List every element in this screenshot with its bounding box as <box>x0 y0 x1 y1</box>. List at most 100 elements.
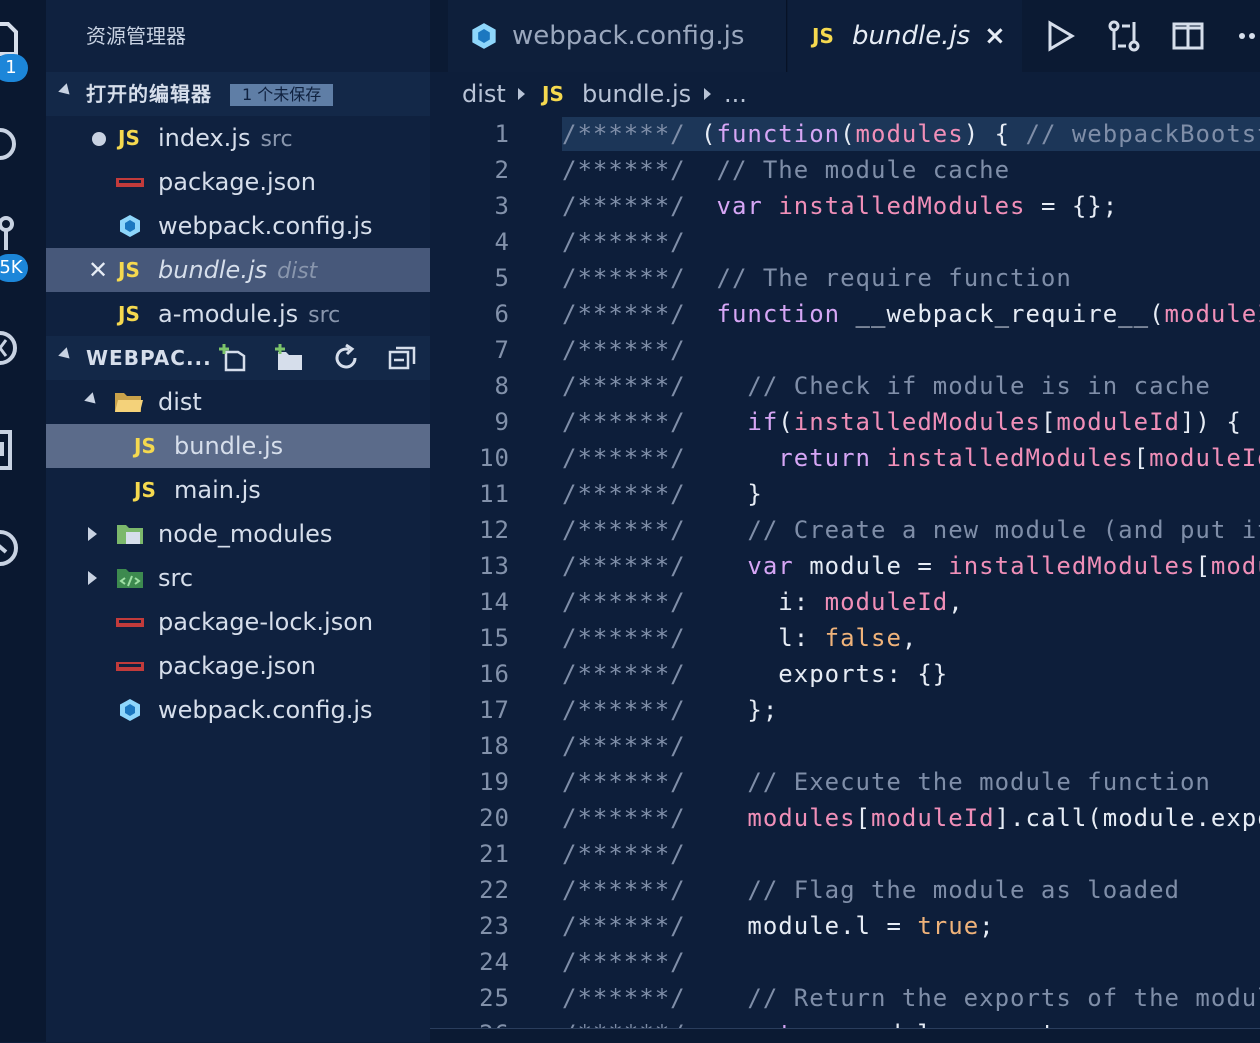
code-line[interactable]: 20 /******/ modules[moduleId].call(module… <box>430 800 1260 836</box>
code-line[interactable]: 13 /******/ var module = installedModules… <box>430 548 1260 584</box>
collapse-icon[interactable] <box>58 83 74 99</box>
line-number: 13 <box>479 552 510 580</box>
close-icon[interactable]: ✕ <box>88 248 108 292</box>
compare-changes-icon[interactable] <box>1106 18 1142 54</box>
new-file-icon[interactable] <box>218 342 250 374</box>
code-line[interactable]: 22 /******/ // Flag the module as loaded <box>430 872 1260 908</box>
code-line[interactable]: 4 /******/ <box>430 224 1260 260</box>
tab-webpack-config[interactable]: webpack.config.js <box>448 0 787 72</box>
line-number: 2 <box>494 156 510 184</box>
source-control-icon[interactable] <box>0 214 26 254</box>
tree-label: package.json <box>158 652 317 680</box>
file-desc: src <box>260 127 293 152</box>
breadcrumb-more[interactable]: ... <box>724 72 747 116</box>
tree-folder-src[interactable]: src <box>46 556 430 600</box>
code-text: /******/ // Flag the module as loaded <box>562 876 1180 904</box>
tree-file-selected[interactable]: JS bundle.js <box>46 424 430 468</box>
code-line[interactable]: 6 /******/ function __webpack_require__(m… <box>430 296 1260 332</box>
code-text: /******/ l: false, <box>562 624 918 652</box>
tree-file[interactable]: package.json <box>46 644 430 688</box>
breadcrumb-dir[interactable]: dist <box>462 72 506 116</box>
tab-close-icon[interactable]: × <box>984 0 1006 72</box>
remote-icon[interactable] <box>0 528 26 568</box>
code-line[interactable]: 3 /******/ var installedModules = {}; <box>430 188 1260 224</box>
code-line[interactable]: 15 /******/ l: false, <box>430 620 1260 656</box>
npm-icon <box>116 618 144 627</box>
more-actions-icon[interactable] <box>1234 18 1260 54</box>
debug-icon[interactable] <box>0 328 26 368</box>
new-folder-icon[interactable] <box>274 342 306 374</box>
line-number: 18 <box>479 732 510 760</box>
code-text: /******/ <box>562 732 686 760</box>
line-number: 26 <box>430 1016 510 1028</box>
project-header[interactable]: WEBPAC... <box>46 336 430 380</box>
breadcrumb-file[interactable]: bundle.js <box>582 72 691 116</box>
refresh-icon[interactable] <box>330 342 362 374</box>
collapse-icon[interactable] <box>58 347 74 363</box>
open-editor-item[interactable]: JS a-module.js src <box>46 292 430 336</box>
open-editors-title: 打开的编辑器 <box>86 82 212 106</box>
code-line[interactable]: 21 /******/ <box>430 836 1260 872</box>
file-desc: dist <box>277 259 318 284</box>
tree-label: node_modules <box>158 520 333 548</box>
code-line[interactable]: 16 /******/ exports: {} <box>430 656 1260 692</box>
code-text: /******/ return installedModules[moduleI… <box>562 444 1260 472</box>
search-icon[interactable] <box>0 124 26 164</box>
tree-file[interactable]: webpack.config.js <box>46 688 430 732</box>
file-name: index.js <box>158 124 251 152</box>
tree-label: main.js <box>174 476 261 504</box>
code-line[interactable]: 23 /******/ module.l = true; <box>430 908 1260 944</box>
tree-folder-node-modules[interactable]: node_modules <box>46 512 430 556</box>
code-text: /******/ <box>562 228 686 256</box>
code-line[interactable]: 26 /******/ return module.exports; <box>430 1016 1260 1028</box>
code-line[interactable]: 25 /******/ // Return the exports of the … <box>430 980 1260 1016</box>
open-editor-item[interactable]: webpack.config.js <box>46 204 430 248</box>
code-text: /******/ }; <box>562 696 779 724</box>
code-text: /******/ // Return the exports of the mo… <box>562 984 1260 1012</box>
unsaved-dot-icon[interactable] <box>92 132 106 146</box>
line-number: 17 <box>479 696 510 724</box>
extensions-icon[interactable] <box>0 430 26 470</box>
code-line[interactable]: 17 /******/ }; <box>430 692 1260 728</box>
collapse-all-icon[interactable] <box>386 342 418 374</box>
code-line[interactable]: 19 /******/ // Execute the module functio… <box>430 764 1260 800</box>
horizontal-scrollbar[interactable] <box>430 1028 1260 1043</box>
code-line[interactable]: 18 /******/ <box>430 728 1260 764</box>
line-number: 16 <box>479 660 510 688</box>
line-number: 25 <box>479 984 510 1012</box>
line-number: 20 <box>479 804 510 832</box>
tab-bundle-js[interactable]: JS bundle.js × <box>788 0 1022 72</box>
line-number: 24 <box>479 948 510 976</box>
line-number: 7 <box>494 336 510 364</box>
code-line[interactable]: 1 /******/ (function(modules) { // webpac… <box>430 116 1260 152</box>
code-line[interactable]: 11 /******/ } <box>430 476 1260 512</box>
unsaved-badge: 1 个未保存 <box>230 84 334 106</box>
tree-label: package-lock.json <box>158 608 374 636</box>
open-editor-item[interactable]: package.json <box>46 160 430 204</box>
open-editor-item[interactable]: JS index.js src <box>46 116 430 160</box>
code-line[interactable]: 2 /******/ // The module cache <box>430 152 1260 188</box>
code-text: /******/ <box>562 948 686 976</box>
code-line[interactable]: 14 /******/ i: moduleId, <box>430 584 1260 620</box>
open-editor-item-active[interactable]: ✕ JS bundle.js dist <box>46 248 430 292</box>
code-line[interactable]: 24 /******/ <box>430 944 1260 980</box>
line-number: 22 <box>479 876 510 904</box>
code-line[interactable]: 5 /******/ // The require function <box>430 260 1260 296</box>
js-file-icon: JS <box>118 302 140 326</box>
source-control-badge: 5K <box>0 254 28 282</box>
explorer-sidebar: 资源管理器 打开的编辑器 1 个未保存 JS index.js src packa… <box>46 0 430 1042</box>
code-line[interactable]: 8 /******/ // Check if module is in cache <box>430 368 1260 404</box>
code-text: /******/ function __webpack_require__(mo… <box>562 300 1260 328</box>
code-line[interactable]: 10 /******/ return installedModules[modul… <box>430 440 1260 476</box>
code-line[interactable]: 12 /******/ // Create a new module (and p… <box>430 512 1260 548</box>
code-line[interactable]: 9 /******/ if(installedModules[moduleId])… <box>430 404 1260 440</box>
code-line[interactable]: 7 /******/ <box>430 332 1260 368</box>
tree-folder-dist[interactable]: dist <box>46 380 430 424</box>
tree-file[interactable]: package-lock.json <box>46 600 430 644</box>
code-editor[interactable]: 1 /******/ (function(modules) { // webpac… <box>430 116 1260 1028</box>
tree-file[interactable]: JS main.js <box>46 468 430 512</box>
run-icon[interactable] <box>1042 18 1078 54</box>
collapsed-icon <box>88 527 97 541</box>
split-editor-icon[interactable] <box>1170 18 1206 54</box>
open-editors-header[interactable]: 打开的编辑器 1 个未保存 <box>46 72 430 116</box>
